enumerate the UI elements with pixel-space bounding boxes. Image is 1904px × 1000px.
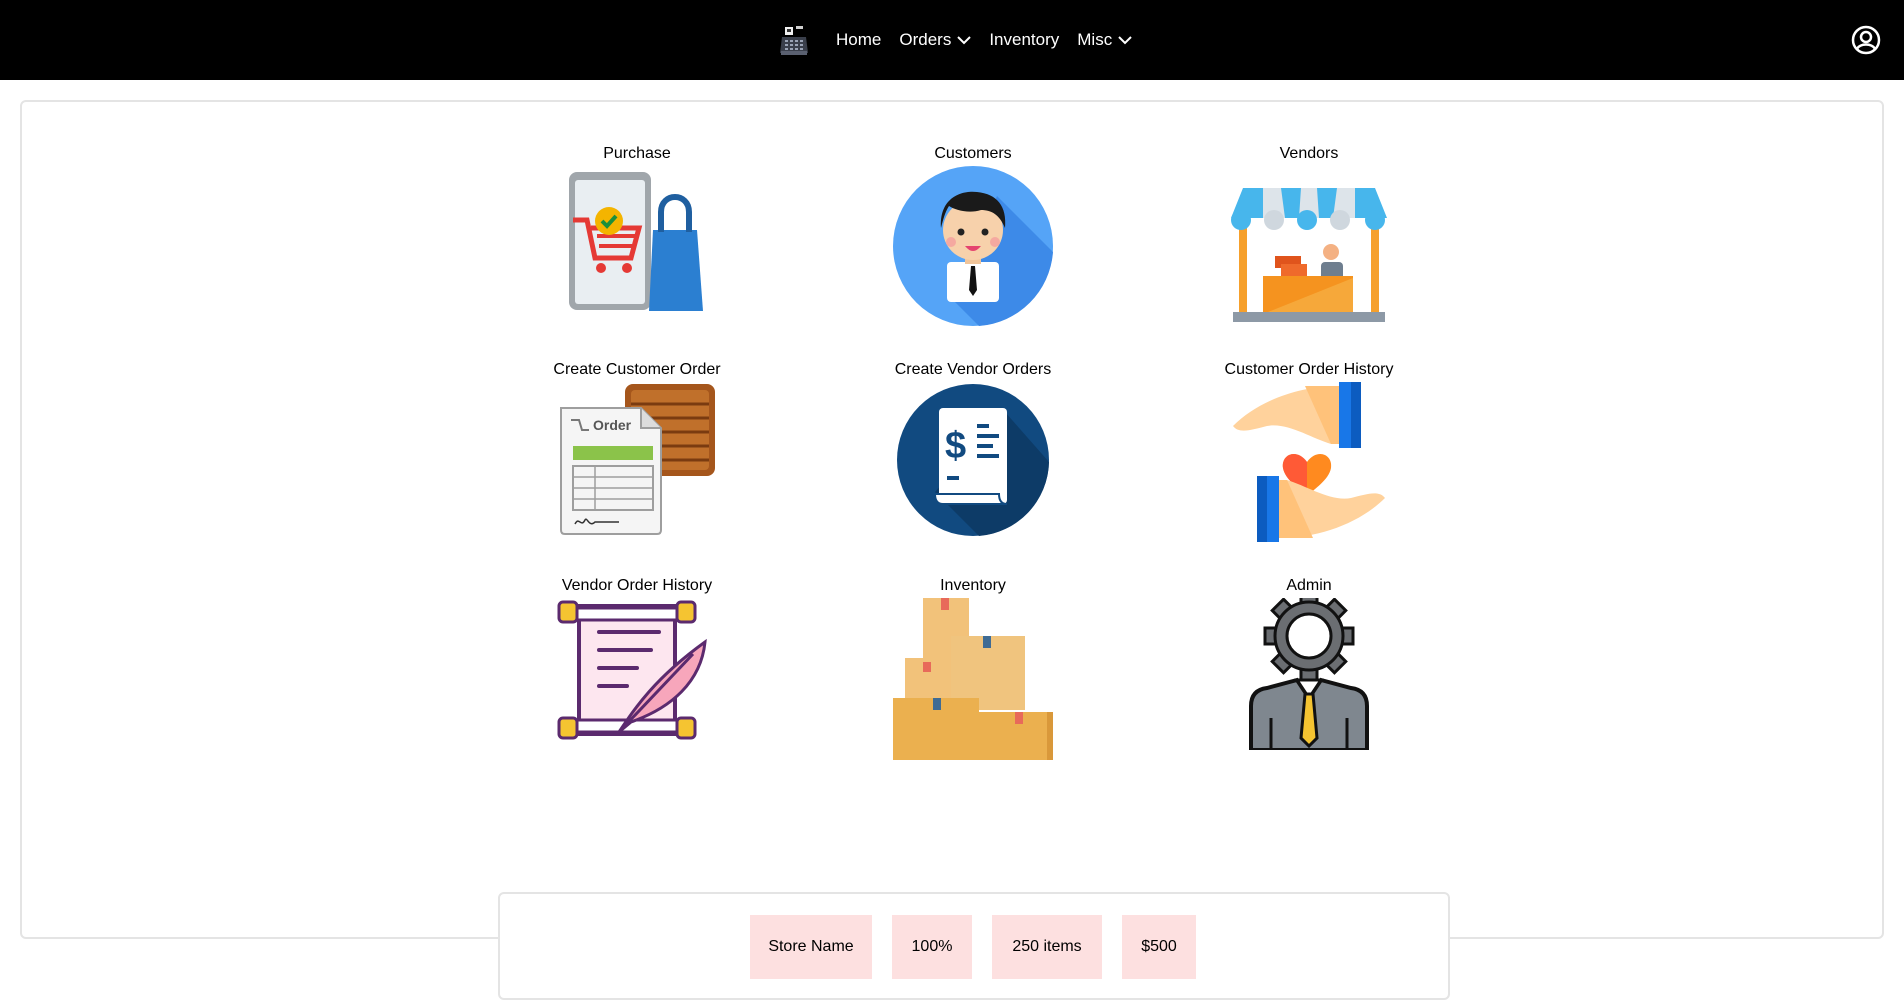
navbar: Home Orders Inventory Misc — [0, 0, 1904, 80]
hands-heart-icon — [1233, 382, 1385, 542]
vendor-stall-icon — [1231, 188, 1387, 322]
tile-label: Vendor Order History — [561, 577, 713, 594]
tile-create-customer-order[interactable]: Create Customer Order Order — [517, 360, 757, 542]
tile-admin[interactable]: Admin — [1189, 576, 1429, 750]
tile-label: Create Customer Order — [553, 361, 721, 378]
nav-misc-dropdown[interactable]: Misc — [1077, 30, 1132, 50]
nav-orders-label: Orders — [899, 30, 952, 49]
order-form-crate-icon: Order — [560, 384, 715, 535]
svg-text:$: $ — [945, 425, 966, 467]
tile-label: Create Vendor Orders — [894, 361, 1052, 378]
nav-inventory-link[interactable]: Inventory — [989, 30, 1059, 50]
tile-purchase[interactable]: Purchase — [517, 144, 757, 312]
status-bar: Store Name 100% 250 items $500 — [498, 892, 1450, 1000]
chevron-down-icon — [1118, 36, 1132, 45]
tile-label: Customers — [934, 145, 1012, 162]
boxes-icon — [893, 598, 1053, 760]
items-stat: 250 items — [992, 915, 1102, 979]
tile-label: Inventory — [940, 577, 1006, 594]
svg-text:Order: Order — [593, 417, 632, 433]
customer-avatar-icon — [893, 166, 1053, 326]
nav-inventory-label: Inventory — [989, 30, 1060, 49]
tile-inventory[interactable]: Inventory — [853, 576, 1093, 762]
tile-vendors[interactable]: Vendors — [1189, 144, 1429, 326]
tile-label: Admin — [1286, 577, 1332, 594]
nav-menu: Home Orders Inventory Misc — [776, 0, 1150, 80]
percent-stat: 100% — [892, 915, 972, 979]
tile-customer-order-history[interactable]: Customer Order History — [1189, 360, 1429, 542]
dashboard-card: Purchase Customers Vendors Create Custom… — [20, 100, 1884, 1000]
tile-create-vendor-orders[interactable]: Create Vendor Orders $ — [853, 360, 1093, 538]
shopping-phone-bag-icon — [569, 172, 703, 311]
nav-home-link[interactable]: Home — [836, 30, 881, 50]
nav-home-label: Home — [836, 30, 882, 49]
scroll-quill-icon — [557, 600, 707, 740]
user-circle-icon[interactable] — [1850, 24, 1882, 56]
cash-register-icon[interactable] — [776, 22, 812, 58]
tile-label: Vendors — [1279, 145, 1339, 162]
chevron-down-icon — [957, 36, 972, 45]
amount-stat: $500 — [1122, 915, 1196, 979]
tile-label: Customer Order History — [1224, 361, 1394, 378]
store-name-stat: Store Name — [750, 915, 872, 979]
tile-customers[interactable]: Customers — [853, 144, 1093, 326]
tile-vendor-order-history[interactable]: Vendor Order History — [517, 576, 757, 744]
admin-gear-person-icon — [1249, 598, 1369, 750]
tile-label: Purchase — [603, 145, 671, 162]
nav-misc-label: Misc — [1077, 30, 1113, 49]
nav-orders-dropdown[interactable]: Orders — [899, 30, 972, 50]
invoice-dollar-icon: $ — [897, 384, 1049, 536]
